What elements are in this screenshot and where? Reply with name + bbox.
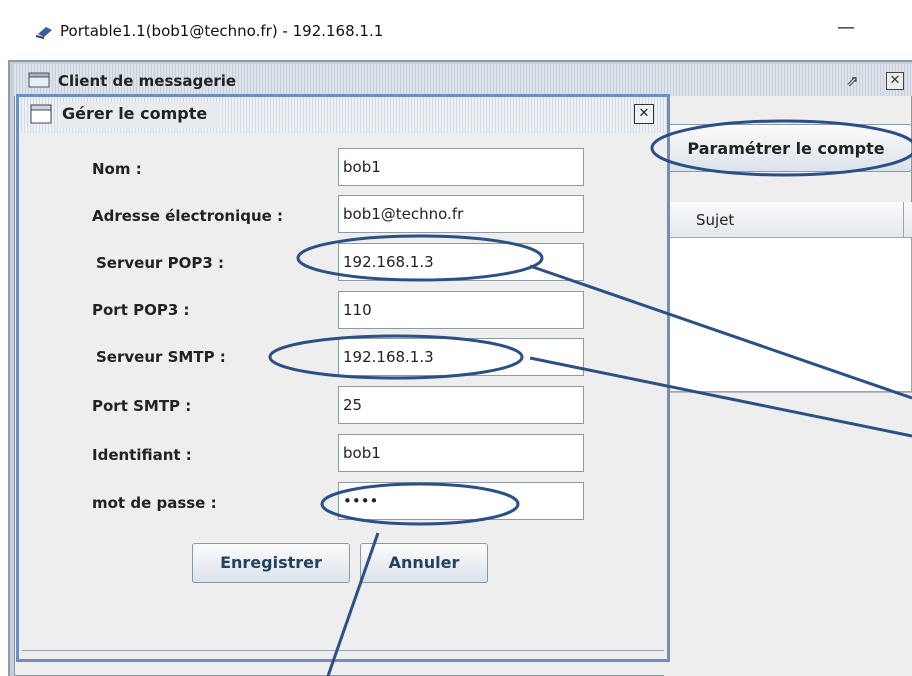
label-username: Identifiant :: [92, 446, 192, 464]
window-title: Portable1.1(bob1@techno.fr) - 192.168.1.…: [60, 22, 384, 40]
label-pop3-server: Serveur POP3 :: [96, 254, 225, 272]
frame-icon: [28, 72, 50, 88]
username-field[interactable]: bob1: [338, 434, 584, 472]
email-field[interactable]: bob1@techno.fr: [338, 195, 584, 233]
configure-account-button[interactable]: Paramétrer le compte: [660, 124, 912, 172]
name-field[interactable]: bob1: [338, 148, 584, 186]
password-field[interactable]: ••••: [338, 482, 584, 520]
close-icon[interactable]: ✕: [634, 104, 654, 124]
label-smtp-server: Serveur SMTP :: [96, 348, 226, 366]
label-smtp-port: Port SMTP :: [92, 397, 192, 415]
label-password: mot de passe :: [92, 494, 217, 512]
mail-client-title: Client de messagerie: [58, 72, 237, 90]
dialog-title: Gérer le compte: [62, 104, 208, 123]
window-icon: [30, 104, 52, 124]
column-header-subject[interactable]: Sujet: [670, 202, 904, 238]
maximize-icon[interactable]: ⇗: [846, 72, 866, 92]
label-name: Nom :: [92, 160, 142, 178]
dialog-bottom-divider: [22, 650, 664, 651]
cancel-button[interactable]: Annuler: [360, 543, 488, 583]
pop3-server-field[interactable]: 192.168.1.3: [338, 243, 584, 281]
mail-frame-lower-panel: [664, 392, 912, 676]
close-icon[interactable]: ✕: [886, 72, 904, 90]
label-email: Adresse électronique :: [92, 207, 284, 225]
pop3-port-field[interactable]: 110: [338, 291, 584, 329]
smtp-server-field[interactable]: 192.168.1.3: [338, 338, 584, 376]
computer-icon: [36, 27, 52, 39]
smtp-port-field[interactable]: 25: [338, 386, 584, 424]
label-pop3-port: Port POP3 :: [92, 301, 190, 319]
save-button[interactable]: Enregistrer: [192, 543, 350, 583]
minimize-button[interactable]: —: [836, 18, 856, 38]
